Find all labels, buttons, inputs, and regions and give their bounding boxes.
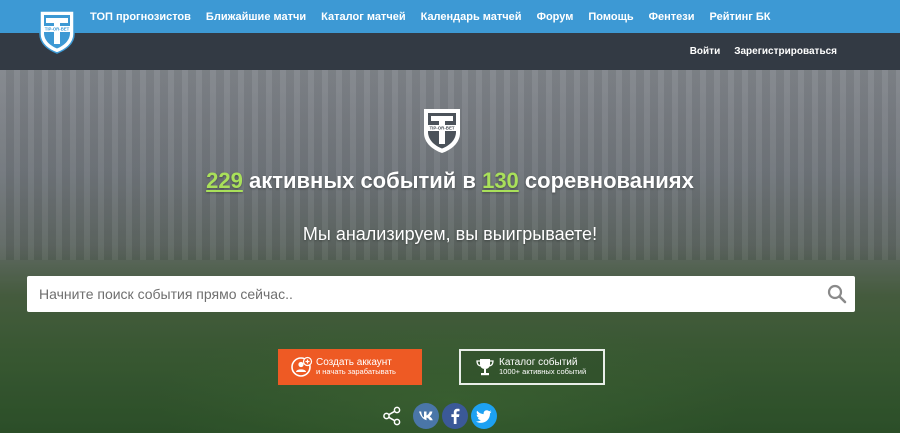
site-logo[interactable]: TIP-OR-BET [38,8,76,54]
register-link[interactable]: Зарегистрироваться [734,46,837,57]
create-account-text: Создать аккаунт и начать зарабатывать [316,357,396,377]
auth-bar: Войти Зарегистрироваться [0,33,900,70]
search-icon[interactable] [827,284,847,304]
nav-item-help[interactable]: Помощь [588,11,633,23]
nav-item-top-forecasters[interactable]: ТОП прогнозистов [90,11,191,23]
login-link[interactable]: Войти [690,46,721,57]
top-nav-bar: ТОП прогнозистов Ближайшие матчи Каталог… [0,0,900,33]
event-catalog-text: Каталог событий 1000+ активных событий [499,357,586,377]
nav-item-match-catalog[interactable]: Каталог матчей [321,11,405,23]
hero-logo: TIP-OR-BET [422,106,462,154]
main-nav: ТОП прогнозистов Ближайшие матчи Каталог… [90,0,786,33]
auth-links: Войти Зарегистрироваться [676,33,837,70]
shield-logo-icon: TIP-OR-BET [39,10,75,54]
svg-text:TIP-OR-BET: TIP-OR-BET [429,126,454,131]
add-user-icon [288,349,316,385]
nav-item-fantasy[interactable]: Фентези [649,11,695,23]
create-account-button[interactable]: Создать аккаунт и начать зарабатывать [278,349,422,385]
events-headline: 229 активных событий в 130 соревнованиях [0,168,900,194]
nav-item-match-calendar[interactable]: Календарь матчей [421,11,522,23]
facebook-icon[interactable] [442,403,468,429]
nav-item-bookmaker-rating[interactable]: Рейтинг БК [710,11,771,23]
search-bar [27,276,855,312]
events-count[interactable]: 229 [206,168,243,193]
shield-logo-icon: TIP-OR-BET [424,109,460,153]
vk-icon[interactable] [413,403,439,429]
create-account-sublabel: и начать зарабатывать [316,367,396,377]
event-catalog-button[interactable]: Каталог событий 1000+ активных событий [459,349,605,385]
search-input[interactable] [27,276,807,312]
share-icon[interactable] [382,403,402,429]
twitter-icon[interactable] [471,403,497,429]
hero-section: TIP-OR-BET 229 активных событий в 130 со… [0,70,900,433]
nav-item-upcoming-matches[interactable]: Ближайшие матчи [206,11,306,23]
trophy-icon [471,349,499,385]
competitions-text: соревнованиях [518,168,694,193]
events-text: активных событий в [242,168,483,193]
competitions-count[interactable]: 130 [482,168,519,193]
nav-item-forum[interactable]: Форум [537,11,574,23]
event-catalog-sublabel: 1000+ активных событий [499,367,587,377]
tagline: Мы анализируем, вы выигрываете! [302,224,598,244]
svg-text:TIP-OR-BET: TIP-OR-BET [45,27,70,32]
